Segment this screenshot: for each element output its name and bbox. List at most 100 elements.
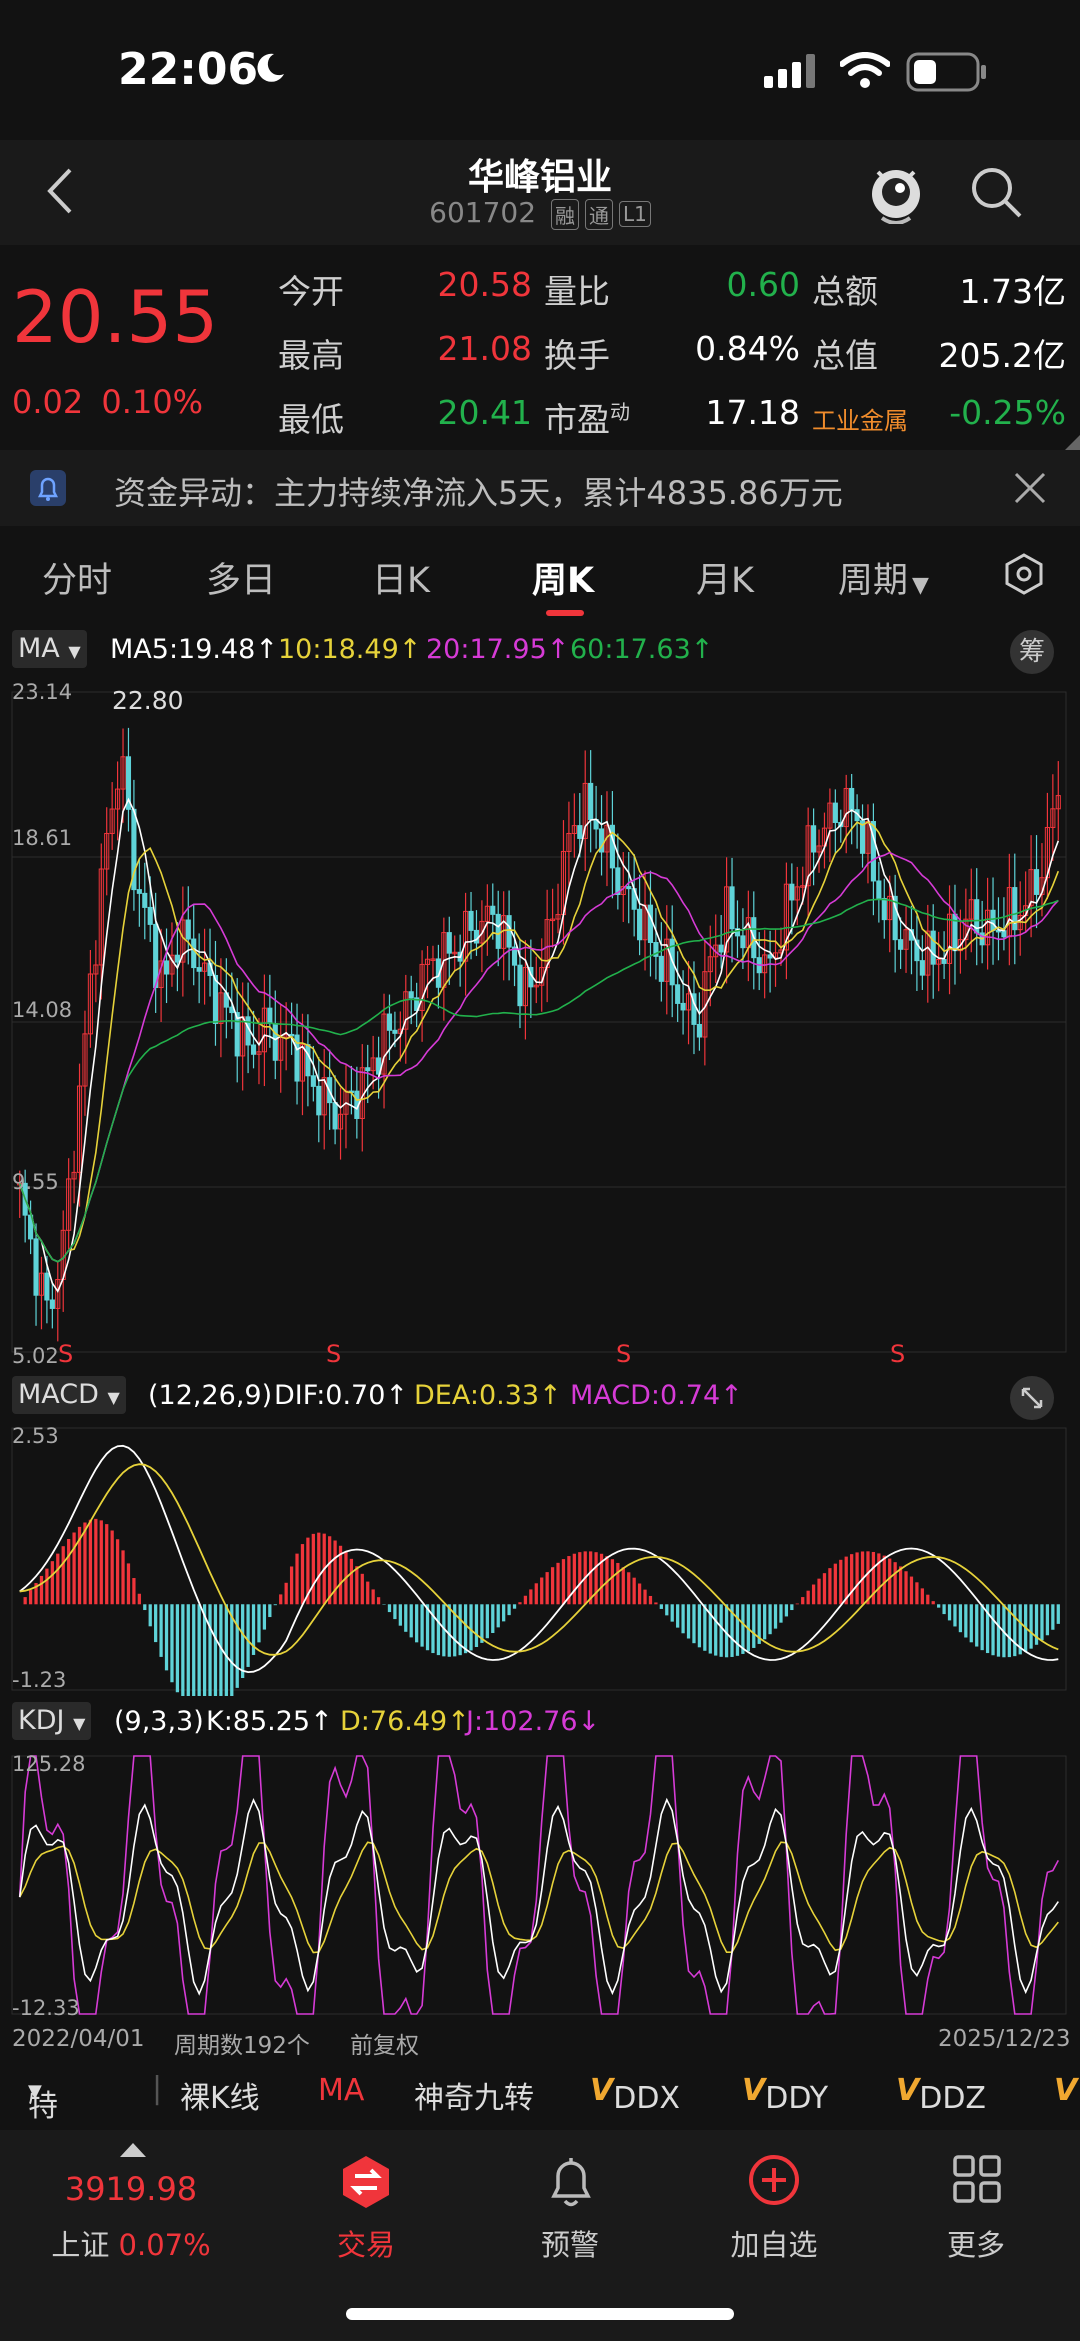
macd-chart[interactable] xyxy=(0,1420,1080,1696)
index-name: 上证 xyxy=(51,2228,110,2262)
nav-alert[interactable]: 预警 xyxy=(500,2222,640,2264)
candle-body xyxy=(386,1013,393,1031)
macd-indicator-selector[interactable]: MACD ▼ xyxy=(12,1376,126,1414)
magic-nine-toggle[interactable]: 神奇九转 xyxy=(414,2073,534,2117)
stock-header: 华峰铝业 601702 融通 L1 xyxy=(0,140,1080,245)
candle-body xyxy=(898,939,904,950)
candle-body xyxy=(811,825,817,853)
vip-icon: V xyxy=(896,2073,920,2108)
index-info[interactable]: 上证 0.07% xyxy=(0,2222,262,2264)
candle-body xyxy=(185,919,191,940)
candle-body xyxy=(446,932,452,954)
alert-bell-icon[interactable] xyxy=(546,2154,596,2214)
candle-body xyxy=(473,929,480,944)
add-watchlist-icon[interactable] xyxy=(748,2154,800,2210)
adjust-mode[interactable]: 前复权 xyxy=(350,2026,419,2060)
y-tick-2: 18.61 xyxy=(12,826,73,850)
candle-body xyxy=(577,825,583,839)
sell-signal: S xyxy=(326,1340,342,1368)
nav-more[interactable]: 更多 xyxy=(906,2222,1046,2264)
candlestick-chart[interactable] xyxy=(0,676,1080,1368)
candle-body xyxy=(615,867,621,896)
ma-toggle[interactable]: MA xyxy=(318,2073,364,2108)
index-value[interactable]: 3919.98 xyxy=(0,2170,262,2208)
candle-body xyxy=(680,1002,686,1011)
low-label: 最低 xyxy=(278,400,344,439)
pe-label-text: 市盈 xyxy=(544,400,610,439)
tab-weekly-k[interactable]: 周K xyxy=(532,552,594,603)
mascot-icon[interactable] xyxy=(868,158,924,228)
tab-period-dropdown[interactable]: 周期 ▼ xyxy=(838,552,929,603)
candle-body xyxy=(729,886,735,930)
bare-k-toggle[interactable]: 裸K线 xyxy=(180,2073,260,2117)
tab-monthly-k[interactable]: 月K xyxy=(696,552,754,603)
candle-body xyxy=(408,991,414,999)
candle-body xyxy=(49,1299,55,1309)
candle-body xyxy=(675,984,681,1004)
ma60-line xyxy=(18,898,1059,1263)
dea-line xyxy=(19,1463,1059,1656)
open-label: 今开 xyxy=(278,272,344,311)
kdj-y-top: 125.28 xyxy=(12,1752,86,1776)
sector-label[interactable]: 工业金属 xyxy=(812,401,908,436)
moon-icon xyxy=(252,50,288,90)
ddx-toggle[interactable]: V DDX xyxy=(590,2073,680,2116)
pe-label: 市盈动 xyxy=(544,393,630,441)
candle-body xyxy=(332,1102,338,1130)
x-start-date: 2022/04/01 xyxy=(12,2026,145,2052)
candle-body xyxy=(365,1067,371,1072)
tab-multiday[interactable]: 多日 xyxy=(206,552,276,603)
high-value: 21.08 xyxy=(437,329,532,368)
j-value: J:102.76↓ xyxy=(466,1706,601,1737)
caret-down-icon: ▼ xyxy=(73,1714,86,1733)
tab-intraday[interactable]: 分时 xyxy=(42,552,112,603)
candle-body xyxy=(517,964,523,1007)
ma20-value: 20:17.95↑ xyxy=(426,634,570,665)
d-value: D:76.49↑ xyxy=(340,1706,470,1737)
open-value: 20.58 xyxy=(437,265,532,304)
y-tick-3: 14.08 xyxy=(12,998,73,1022)
kdj-y-bottom: -12.33 xyxy=(12,1996,80,2020)
grid-more-icon[interactable] xyxy=(952,2154,1002,2208)
turnover-amount-value: 1.73亿 xyxy=(959,272,1066,311)
ddy-toggle[interactable]: V DDY xyxy=(742,2073,828,2116)
candle-body xyxy=(637,908,643,941)
level-tag: L1 xyxy=(618,201,651,227)
candle-body xyxy=(468,910,474,931)
tab-daily-k[interactable]: 日K xyxy=(372,552,430,603)
nav-trade[interactable]: 交易 xyxy=(296,2222,436,2264)
ma20-line xyxy=(18,851,1059,1263)
candle-body xyxy=(44,1272,50,1301)
ma60-value: 60:17.63↑ xyxy=(570,634,714,665)
settings-hexagon-icon[interactable] xyxy=(1002,552,1046,600)
ddz-toggle[interactable]: V DDZ xyxy=(896,2073,986,2116)
chip-distribution-button[interactable]: 筹 xyxy=(1010,630,1054,674)
ma-indicator-selector[interactable]: MA ▼ xyxy=(12,630,87,668)
kdj-chart[interactable] xyxy=(0,1748,1080,2020)
kdj-indicator-selector[interactable]: KDJ ▼ xyxy=(12,1702,92,1740)
close-icon[interactable] xyxy=(1012,470,1048,510)
search-icon[interactable] xyxy=(968,164,1024,224)
caret-down-icon: ▼ xyxy=(68,642,81,661)
dif-value: DIF:0.70↑ xyxy=(274,1380,409,1411)
macd-y-top: 2.53 xyxy=(12,1424,59,1448)
tab-period-label: 周期 xyxy=(838,561,909,601)
volume-ratio-label: 量比 xyxy=(544,272,610,311)
ma-legend: MA ▼ MA5:19.48↑ 10:18.49↑ 20:17.95↑ 60:1… xyxy=(0,630,1080,674)
home-indicator xyxy=(346,2308,734,2320)
candle-body xyxy=(147,906,153,925)
bell-alert-icon xyxy=(28,468,68,512)
wifi-icon xyxy=(839,52,891,92)
ddz-label: DDZ xyxy=(919,2081,986,2116)
candle-body xyxy=(392,1029,398,1034)
j-line xyxy=(18,1755,1060,2015)
trade-icon[interactable] xyxy=(340,2154,392,2214)
fund-alert-banner[interactable]: 资金异动：主力持续净流入5天，累计4835.86万元 xyxy=(0,450,1080,526)
nav-add-watchlist[interactable]: 加自选 xyxy=(704,2222,844,2264)
market-cap-value: 205.2亿 xyxy=(938,336,1066,375)
ma10-line xyxy=(18,821,1060,1263)
last-price: 20.55 xyxy=(12,275,219,359)
ma-selector-label: MA xyxy=(18,633,60,664)
macd-y-bottom: -1.23 xyxy=(12,1668,67,1692)
macd-params: (12,26,9) xyxy=(148,1380,273,1411)
